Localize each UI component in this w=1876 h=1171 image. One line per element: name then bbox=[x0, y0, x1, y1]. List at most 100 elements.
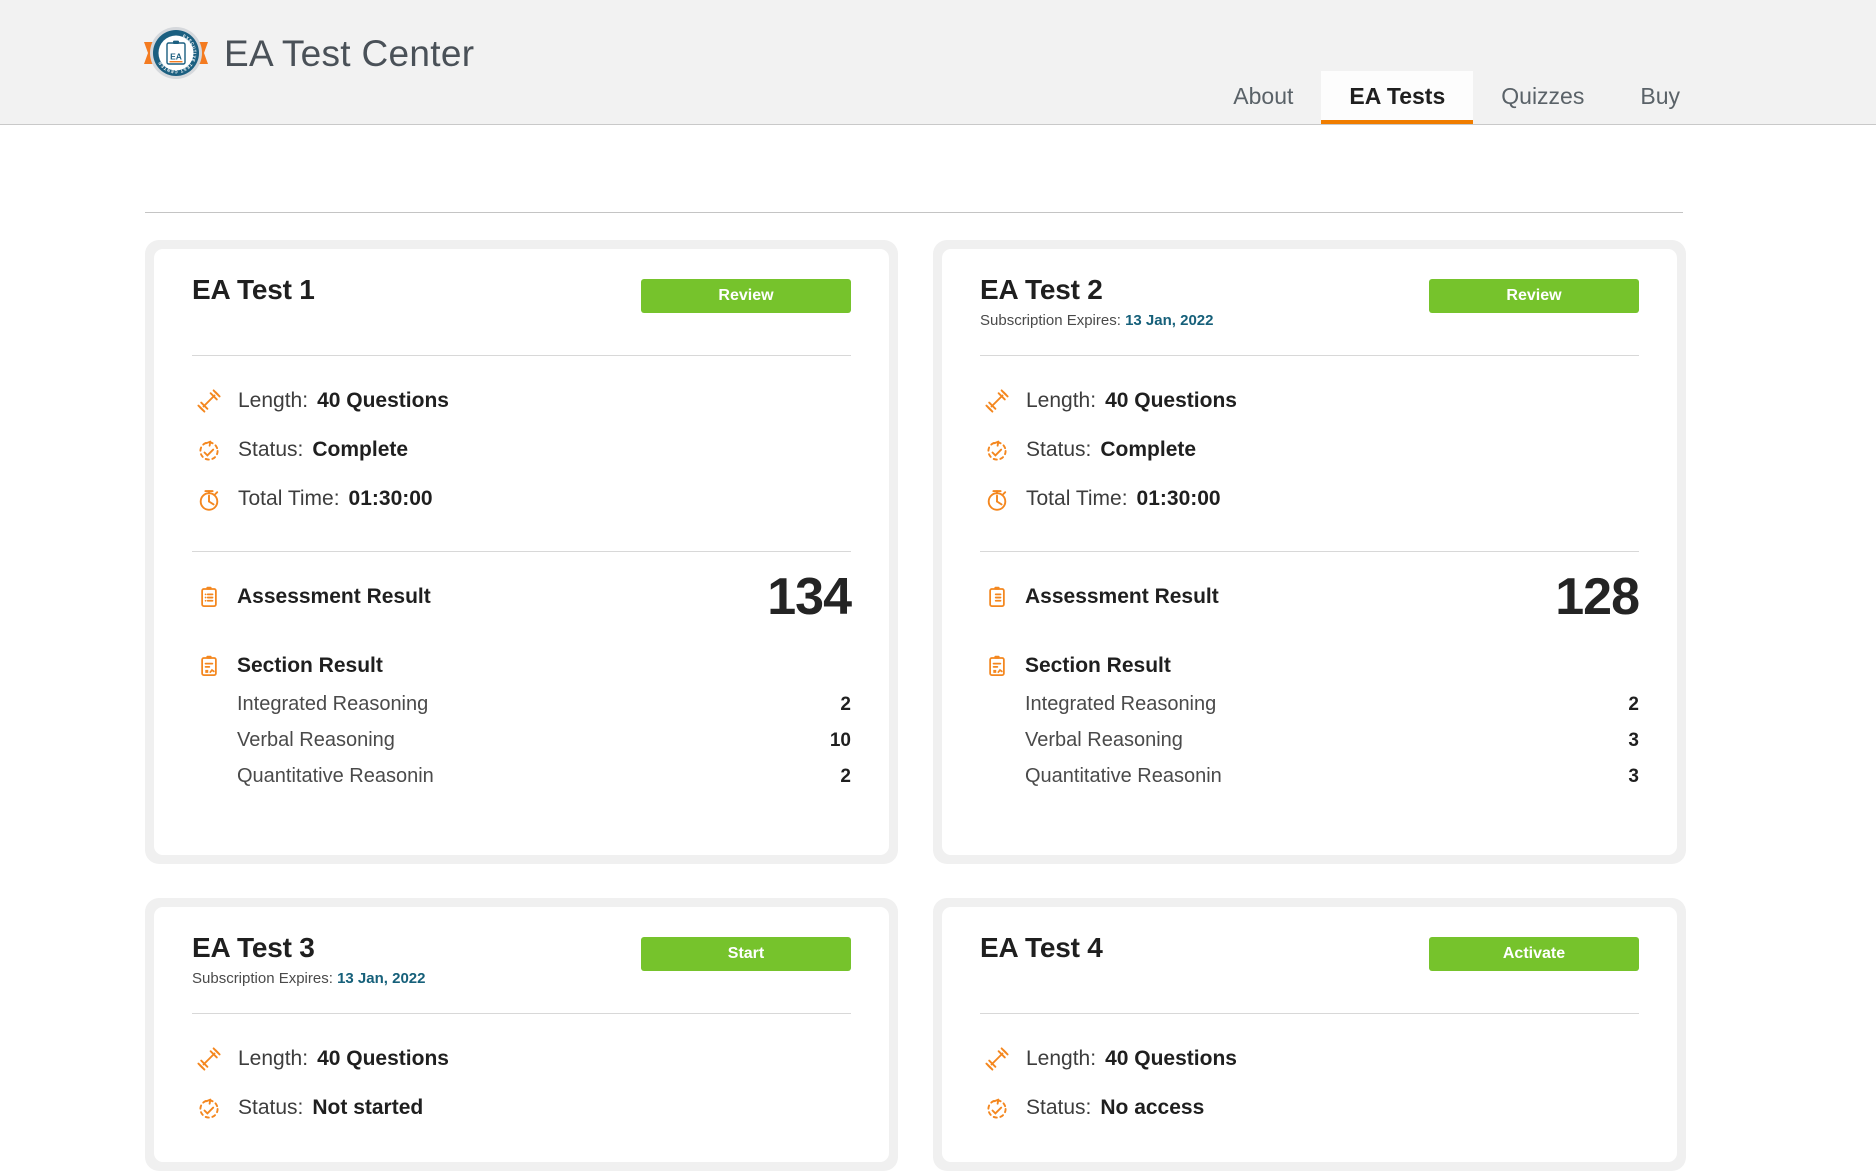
progress-check-icon bbox=[192, 1091, 226, 1125]
subscription-expires-date: 13 Jan, 2022 bbox=[1125, 312, 1213, 329]
meta-row-length: Length: 40 Questions bbox=[980, 1034, 1639, 1083]
subscription-expiry: Subscription Expires: 13 Jan, 2022 bbox=[980, 313, 1213, 328]
section-score: 2 bbox=[840, 694, 851, 716]
section-result-rows: Integrated Reasoning 2 Verbal Reasoning … bbox=[192, 693, 851, 801]
card-header: EA Test 4 Activate bbox=[980, 933, 1639, 995]
status-value: No access bbox=[1100, 1096, 1204, 1120]
length-value: 40 Questions bbox=[1105, 1047, 1237, 1071]
section-name: Integrated Reasoning bbox=[237, 693, 428, 716]
section-result-header: Section Result bbox=[192, 649, 851, 683]
dumbbell-icon bbox=[980, 1042, 1014, 1076]
section-name: Verbal Reasoning bbox=[237, 729, 395, 752]
meta-row-status: Status: Complete bbox=[192, 425, 851, 474]
length-label: Length: bbox=[238, 389, 308, 413]
subscription-expires-date: 13 Jan, 2022 bbox=[337, 970, 425, 987]
clipboard-chart-icon bbox=[192, 649, 226, 683]
length-label: Length: bbox=[1026, 1047, 1096, 1071]
dumbbell-icon bbox=[192, 1042, 226, 1076]
section-score: 2 bbox=[1628, 694, 1639, 716]
length-value: 40 Questions bbox=[317, 389, 449, 413]
card-header: EA Test 1 Review bbox=[192, 275, 851, 337]
nav-item-about[interactable]: About bbox=[1205, 71, 1321, 124]
card-results: Assessment Result 128 bbox=[980, 552, 1639, 801]
card-title-block: EA Test 1 bbox=[192, 275, 315, 306]
activate-button[interactable]: Activate bbox=[1429, 937, 1639, 971]
length-value: 40 Questions bbox=[1105, 389, 1237, 413]
clipboard-lines-icon bbox=[980, 580, 1014, 614]
stopwatch-icon bbox=[192, 482, 226, 516]
brand-title: EA Test Center bbox=[224, 35, 474, 72]
svg-text:EA: EA bbox=[170, 52, 182, 62]
review-button[interactable]: Review bbox=[1429, 279, 1639, 313]
meta-row-length: Length: 40 Questions bbox=[192, 376, 851, 425]
subscription-expiry: Subscription Expires: 13 Jan, 2022 bbox=[192, 971, 425, 986]
card-meta-list: Length: 40 Questions Status: Comple bbox=[980, 356, 1639, 523]
assessment-result-label: Assessment Result bbox=[237, 585, 431, 609]
clipboard-lines-icon bbox=[192, 580, 226, 614]
length-value: 40 Questions bbox=[317, 1047, 449, 1071]
clipboard-chart-icon bbox=[980, 649, 1014, 683]
status-label: Status: bbox=[238, 1096, 303, 1120]
total-time-value: 01:30:00 bbox=[1137, 487, 1221, 511]
section-score: 10 bbox=[830, 730, 851, 752]
dumbbell-icon bbox=[192, 384, 226, 418]
section-name: Verbal Reasoning bbox=[1025, 729, 1183, 752]
section-result-label: Section Result bbox=[1025, 654, 1171, 678]
card-title: EA Test 2 bbox=[980, 275, 1213, 306]
section-result-rows: Integrated Reasoning 2 Verbal Reasoning … bbox=[980, 693, 1639, 801]
card-header: EA Test 3 Subscription Expires: 13 Jan, … bbox=[192, 933, 851, 995]
card-title-block: EA Test 2 Subscription Expires: 13 Jan, … bbox=[980, 275, 1213, 328]
card-title-block: EA Test 3 Subscription Expires: 13 Jan, … bbox=[192, 933, 425, 986]
card-meta-list: Length: 40 Questions Status: Not st bbox=[192, 1014, 851, 1132]
meta-row-length: Length: 40 Questions bbox=[980, 376, 1639, 425]
nav-item-ea-tests[interactable]: EA Tests bbox=[1321, 71, 1473, 124]
total-time-value: 01:30:00 bbox=[349, 487, 433, 511]
subscription-expires-label: Subscription Expires: bbox=[192, 970, 333, 987]
ea-test-center-seal-logo: EXECUTIVE TEST CENTER EA bbox=[140, 22, 212, 84]
assessment-result-score: 128 bbox=[1555, 574, 1639, 621]
meta-row-status: Status: Complete bbox=[980, 425, 1639, 474]
nav-item-buy[interactable]: Buy bbox=[1612, 71, 1708, 124]
dumbbell-icon bbox=[980, 384, 1014, 418]
assessment-result-row: Assessment Result 128 bbox=[980, 574, 1639, 621]
status-value: Not started bbox=[312, 1096, 423, 1120]
total-time-label: Total Time: bbox=[1026, 487, 1128, 511]
subscription-expires-label: Subscription Expires: bbox=[980, 312, 1121, 329]
section-result-label: Section Result bbox=[237, 654, 383, 678]
stopwatch-icon bbox=[980, 482, 1014, 516]
status-label: Status: bbox=[238, 438, 303, 462]
test-card-ea-test-3: EA Test 3 Subscription Expires: 13 Jan, … bbox=[145, 898, 898, 1171]
section-row: Quantitative Reasonin 3 bbox=[1025, 765, 1639, 801]
test-card-ea-test-2: EA Test 2 Subscription Expires: 13 Jan, … bbox=[933, 240, 1686, 864]
section-name: Integrated Reasoning bbox=[1025, 693, 1216, 716]
progress-check-icon bbox=[980, 433, 1014, 467]
status-label: Status: bbox=[1026, 1096, 1091, 1120]
nav-item-quizzes[interactable]: Quizzes bbox=[1473, 71, 1612, 124]
meta-row-total-time: Total Time: 01:30:00 bbox=[980, 474, 1639, 523]
meta-row-status: Status: No access bbox=[980, 1083, 1639, 1132]
test-card-grid: EA Test 1 Review bbox=[145, 240, 1686, 1171]
progress-check-icon bbox=[192, 433, 226, 467]
total-time-label: Total Time: bbox=[238, 487, 340, 511]
test-card-ea-test-4: EA Test 4 Activate bbox=[933, 898, 1686, 1171]
meta-row-length: Length: 40 Questions bbox=[192, 1034, 851, 1083]
content-top-divider bbox=[145, 212, 1683, 213]
assessment-result-label: Assessment Result bbox=[1025, 585, 1219, 609]
card-title: EA Test 3 bbox=[192, 933, 425, 964]
test-card-ea-test-1: EA Test 1 Review bbox=[145, 240, 898, 864]
card-title: EA Test 4 bbox=[980, 933, 1103, 964]
section-score: 3 bbox=[1628, 730, 1639, 752]
meta-row-status: Status: Not started bbox=[192, 1083, 851, 1132]
start-button[interactable]: Start bbox=[641, 937, 851, 971]
site-header: EXECUTIVE TEST CENTER EA EA Test Center … bbox=[0, 0, 1876, 125]
review-button[interactable]: Review bbox=[641, 279, 851, 313]
section-row: Integrated Reasoning 2 bbox=[237, 693, 851, 729]
meta-row-total-time: Total Time: 01:30:00 bbox=[192, 474, 851, 523]
card-header: EA Test 2 Subscription Expires: 13 Jan, … bbox=[980, 275, 1639, 337]
section-row: Verbal Reasoning 10 bbox=[237, 729, 851, 765]
section-name: Quantitative Reasonin bbox=[237, 765, 434, 788]
card-title-block: EA Test 4 bbox=[980, 933, 1103, 964]
progress-check-icon bbox=[980, 1091, 1014, 1125]
section-row: Verbal Reasoning 3 bbox=[1025, 729, 1639, 765]
brand[interactable]: EXECUTIVE TEST CENTER EA EA Test Center bbox=[140, 22, 474, 84]
